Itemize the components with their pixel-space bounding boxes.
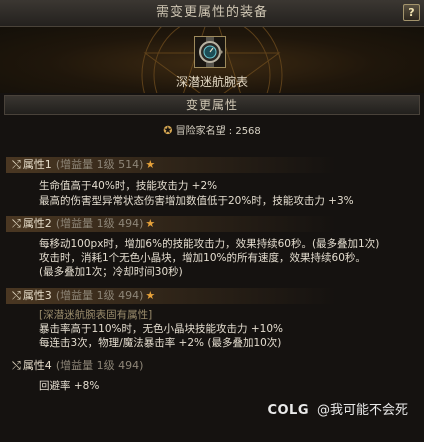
attribute-line: 生命值高于40%时，技能攻击力 +2% <box>39 180 218 192</box>
attribute-line: 最高的伤害型异常状态伤害增加数值低于20%时，技能攻击力 +3% <box>39 195 354 207</box>
window-title: 需变更属性的装备 <box>0 0 424 27</box>
attribute-line: 每移动100px时，增加6%的技能攻击力，效果持续60秒。(最多叠加1次) <box>39 238 380 250</box>
attribute-line: 回避率 +8% <box>39 380 100 392</box>
reputation-label: 冒险家名望 : 2568 <box>175 126 261 137</box>
swap-icon: ⤭ <box>12 158 21 171</box>
swap-icon: ⤭ <box>12 289 21 302</box>
watermark: COLG @我可能不会死 <box>267 399 408 418</box>
item-display-area: 深潜迷航腕表 <box>0 27 424 93</box>
attribute-3-header[interactable]: ⤭ 属性3 (增益量 1级 494) ★ <box>6 288 418 304</box>
star-icon: ★ <box>145 289 156 302</box>
attribute-inherent-note: [深潜迷航腕表固有属性] <box>39 309 153 321</box>
attribute-2-header[interactable]: ⤭ 属性2 (增益量 1级 494) ★ <box>6 216 418 232</box>
attribute-name: 属性4 <box>22 359 52 372</box>
attribute-name: 属性1 <box>22 158 52 171</box>
attribute-line: (最多叠加1次；冷却时间30秒) <box>39 266 183 278</box>
attribute-meta: (增益量 1级 494) <box>55 217 144 230</box>
attribute-1-header[interactable]: ⤭ 属性1 (增益量 1级 514) ★ <box>6 157 418 173</box>
section-title: 变更属性 <box>4 95 420 115</box>
colg-logo: COLG <box>267 403 309 418</box>
medal-icon: ✪ <box>163 124 173 137</box>
attribute-line: 暴击率高于110%时，无色小晶块技能攻击力 +10% <box>39 323 283 335</box>
attribute-meta: (增益量 1级 514) <box>55 158 144 171</box>
item-name: 深潜迷航腕表 <box>175 75 248 89</box>
reputation-row: ✪ 冒险家名望 : 2568 <box>0 122 424 137</box>
attribute-meta: (增益量 1级 494) <box>55 359 144 372</box>
help-button[interactable]: ? <box>403 4 420 21</box>
attribute-name: 属性3 <box>22 289 52 302</box>
swap-icon: ⤭ <box>12 359 21 372</box>
attribute-line: 攻击时，消耗1个无色小晶块，增加10%的所有速度，效果持续60秒。 <box>39 252 366 264</box>
attribute-name: 属性2 <box>22 217 52 230</box>
attribute-line: 每连击3次，物理/魔法暴击率 +2% (最多叠加10次) <box>39 337 282 349</box>
star-icon: ★ <box>145 158 156 171</box>
star-icon: ★ <box>145 217 156 230</box>
attribute-meta: (增益量 1级 494) <box>55 289 144 302</box>
watermark-text: @我可能不会死 <box>316 403 408 418</box>
swap-icon: ⤭ <box>12 217 21 230</box>
compass-watch-icon[interactable] <box>194 36 226 68</box>
attribute-4-header[interactable]: ⤭ 属性4 (增益量 1级 494) <box>6 358 418 374</box>
